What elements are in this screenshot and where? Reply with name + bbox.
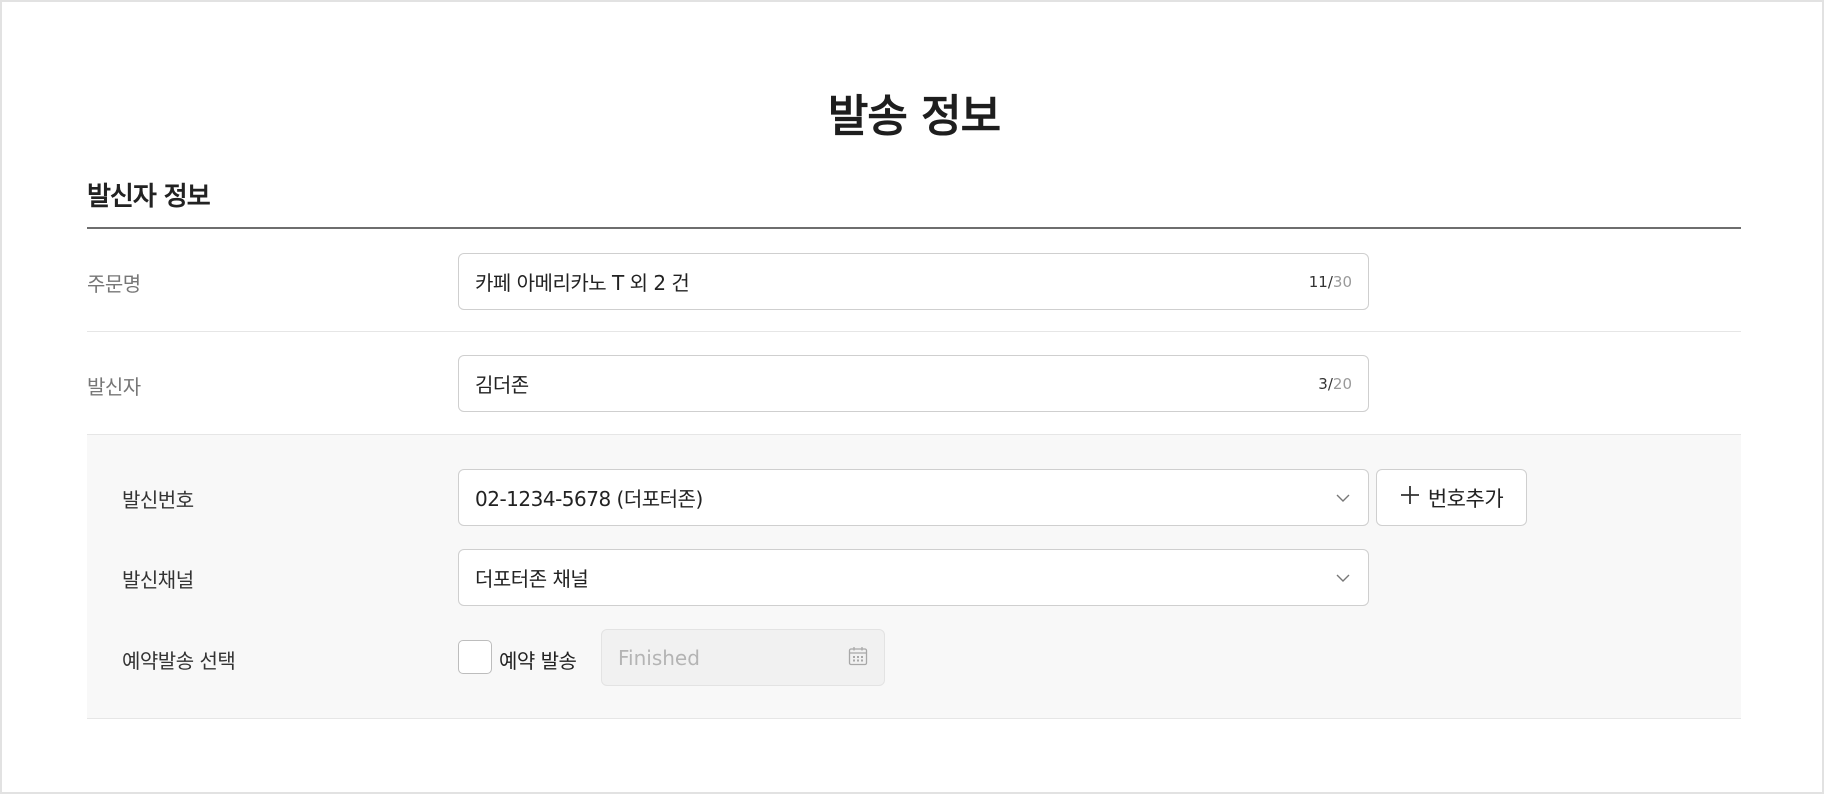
plus-icon: [1400, 485, 1420, 510]
order-name-label: 주문명: [87, 272, 141, 296]
panel-bottom-divider: [87, 718, 1741, 719]
sender-channel-selected: 더포터존 채널: [475, 567, 589, 591]
sender-number-selected: 02-1234-5678 (더포터존): [475, 487, 703, 511]
chevron-down-icon: [1334, 569, 1352, 587]
reservation-label: 예약발송 선택: [122, 649, 236, 673]
order-name-input[interactable]: 카페 아메리카노 T 외 2 건 11/30: [458, 253, 1369, 310]
sender-input[interactable]: 김더존 3/20: [458, 355, 1369, 412]
reservation-date-placeholder: Finished: [618, 645, 700, 670]
reservation-checkbox-label[interactable]: 예약 발송: [499, 645, 577, 674]
order-name-value: 카페 아메리카노 T 외 2 건: [475, 271, 690, 295]
reservation-date-input[interactable]: Finished: [601, 629, 885, 686]
add-number-button-label: 번호추가: [1427, 486, 1504, 511]
sender-value: 김더존: [475, 373, 529, 397]
section-title: 발신자 정보: [87, 182, 211, 212]
section-divider: [87, 227, 1741, 229]
sender-label: 발신자: [87, 375, 141, 399]
reservation-checkbox[interactable]: [458, 640, 492, 674]
sender-channel-select[interactable]: 더포터존 채널: [458, 549, 1369, 606]
order-name-char-counter: 11/30: [1308, 272, 1352, 291]
add-number-button[interactable]: 번호추가: [1376, 469, 1527, 526]
sender-char-counter: 3/20: [1318, 374, 1352, 393]
sender-channel-label: 발신채널: [122, 568, 194, 592]
page-frame: 발송 정보 발신자 정보 주문명 카페 아메리카노 T 외 2 건 11/30 …: [0, 0, 1824, 794]
sender-number-select[interactable]: 02-1234-5678 (더포터존): [458, 469, 1369, 526]
chevron-down-icon: [1334, 489, 1352, 507]
row-divider: [87, 331, 1741, 332]
sender-number-label: 발신번호: [122, 488, 194, 512]
page-title: 발송 정보: [827, 91, 1001, 142]
calendar-icon[interactable]: [848, 646, 868, 670]
